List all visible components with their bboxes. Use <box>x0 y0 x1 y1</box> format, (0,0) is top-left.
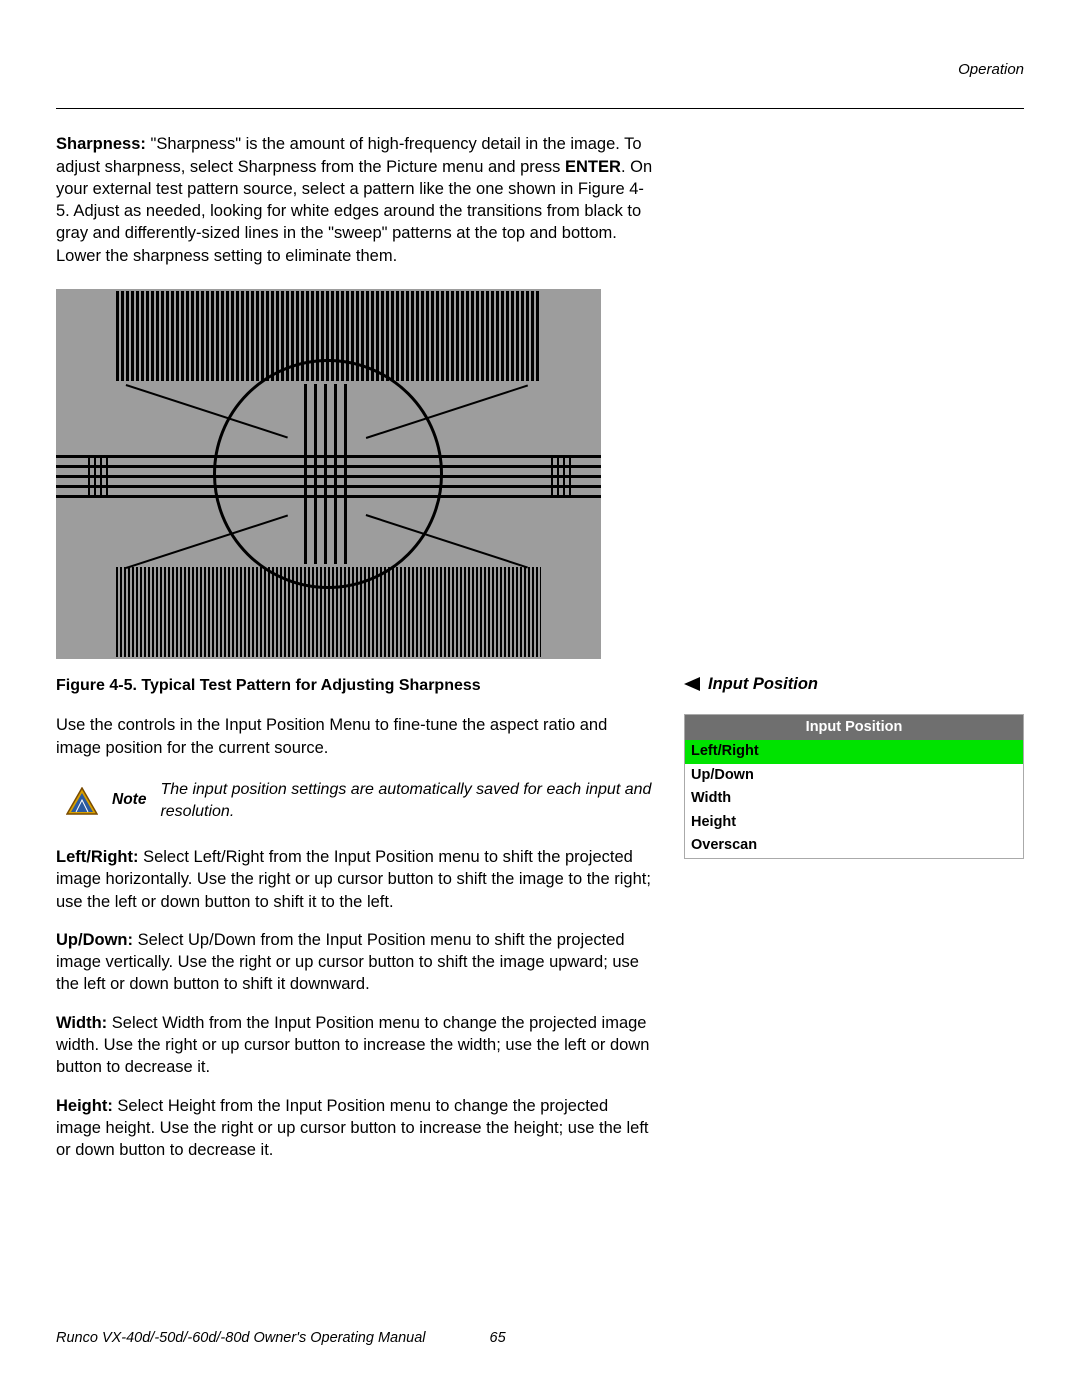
up-down-label: Up/Down: <box>56 931 133 949</box>
width-label: Width: <box>56 1014 107 1032</box>
menu-item-left-right[interactable]: Left/Right <box>685 740 1023 764</box>
note-block: Note The input position settings are aut… <box>66 779 656 822</box>
height-label: Height: <box>56 1097 113 1115</box>
main-column: Sharpness: "Sharpness" is the amount of … <box>56 133 656 1177</box>
warning-icon <box>66 787 98 815</box>
side-column: Input Position Input Position Left/Right… <box>684 133 1024 1177</box>
menu-item-width[interactable]: Width <box>685 787 1023 811</box>
page-footer: Runco VX-40d/-50d/-60d/-80d Owner's Oper… <box>56 1329 506 1349</box>
side-heading-text: Input Position <box>708 673 818 695</box>
left-right-paragraph: Left/Right: Select Left/Right from the I… <box>56 846 656 913</box>
menu-item-overscan[interactable]: Overscan <box>685 834 1023 858</box>
side-heading: Input Position <box>684 673 1024 695</box>
enter-key: ENTER <box>565 158 621 176</box>
height-paragraph: Height: Select Height from the Input Pos… <box>56 1095 656 1162</box>
sharpness-label: Sharpness: <box>56 135 146 153</box>
height-body: Select Height from the Input Position me… <box>56 1097 649 1160</box>
test-pattern-image <box>56 289 601 659</box>
up-down-paragraph: Up/Down: Select Up/Down from the Input P… <box>56 929 656 996</box>
arrow-left-icon <box>684 677 700 691</box>
menu-item-height[interactable]: Height <box>685 811 1023 835</box>
page-number: 65 <box>490 1329 506 1349</box>
figure-4-5 <box>56 289 656 659</box>
header-rule <box>56 108 1024 109</box>
menu-title: Input Position <box>685 715 1023 741</box>
left-right-body: Select Left/Right from the Input Positio… <box>56 848 651 911</box>
sharpness-paragraph: Sharpness: "Sharpness" is the amount of … <box>56 133 656 267</box>
input-position-menu: Input Position Left/Right Up/Down Width … <box>684 714 1024 859</box>
note-label: Note <box>112 790 146 811</box>
footer-manual-title: Runco VX-40d/-50d/-60d/-80d Owner's Oper… <box>56 1330 426 1346</box>
input-position-intro: Use the controls in the Input Position M… <box>56 714 656 759</box>
note-text: The input position settings are automati… <box>160 779 656 822</box>
width-body: Select Width from the Input Position men… <box>56 1014 649 1077</box>
running-header: Operation <box>56 60 1024 80</box>
figure-caption: Figure 4-5. Typical Test Pattern for Adj… <box>56 675 656 697</box>
left-right-label: Left/Right: <box>56 848 138 866</box>
width-paragraph: Width: Select Width from the Input Posit… <box>56 1012 656 1079</box>
menu-item-up-down[interactable]: Up/Down <box>685 764 1023 788</box>
up-down-body: Select Up/Down from the Input Position m… <box>56 931 639 994</box>
